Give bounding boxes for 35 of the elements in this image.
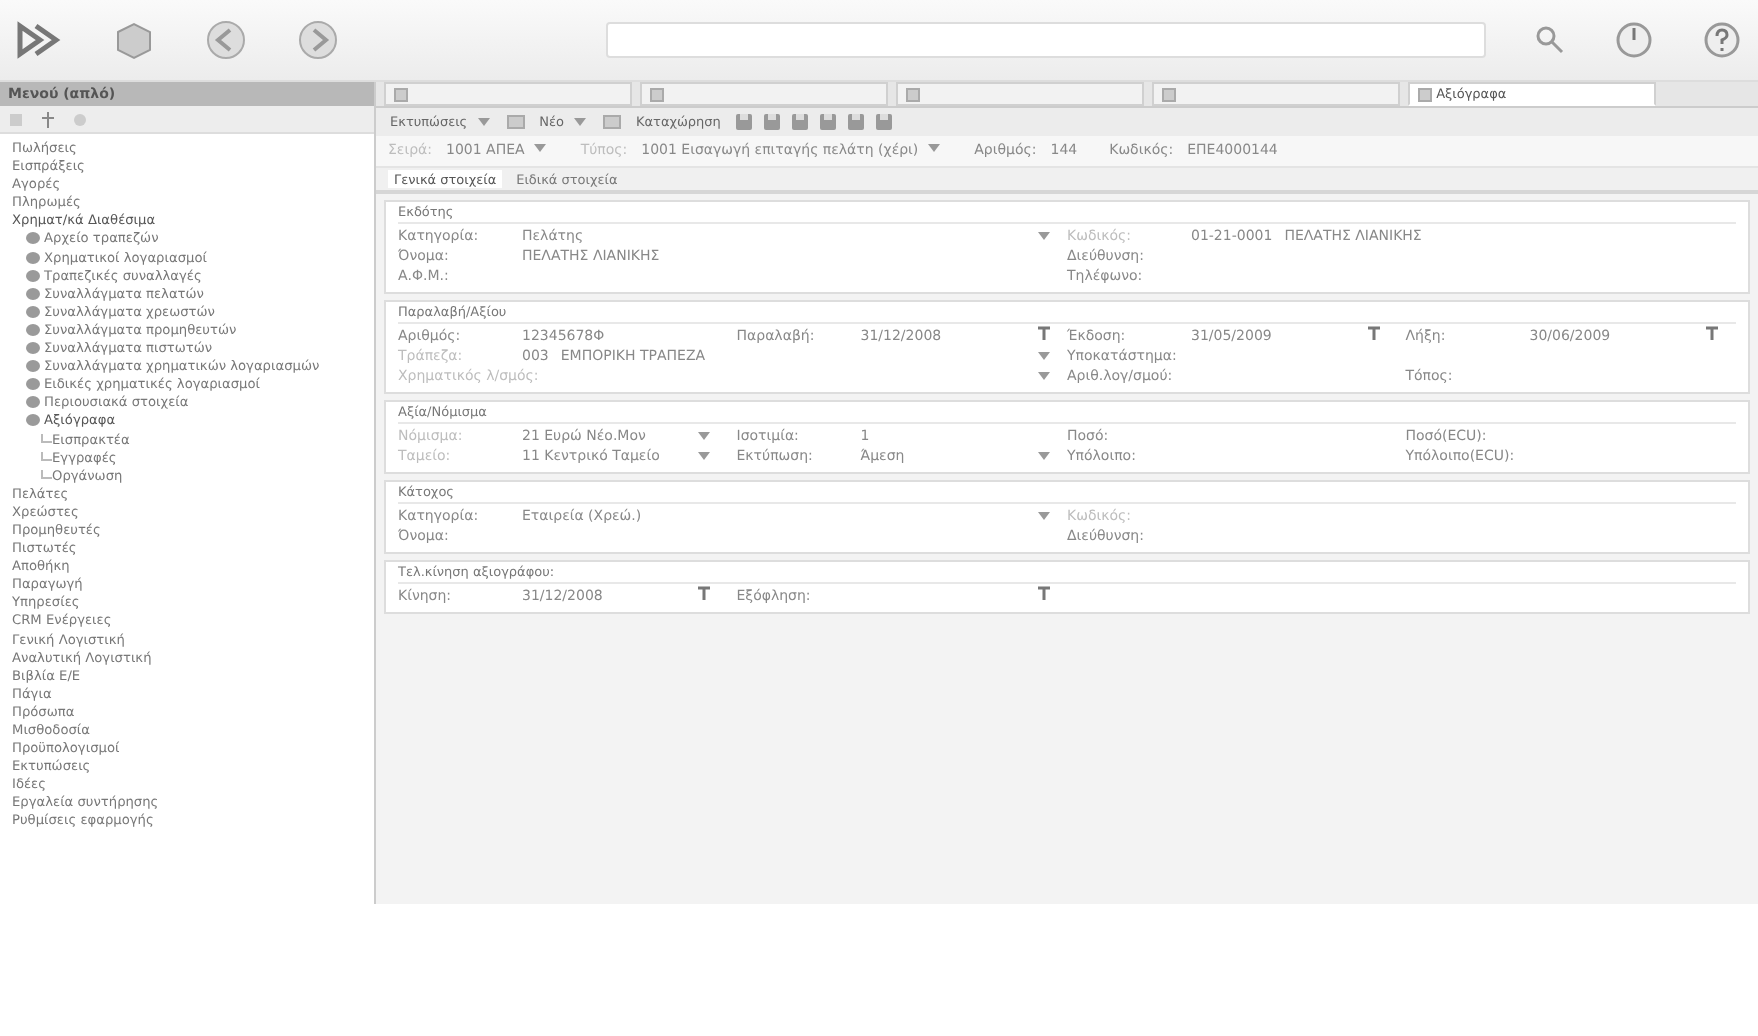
cube-icon[interactable] <box>112 18 156 62</box>
caret-icon[interactable] <box>571 114 588 130</box>
caret-icon[interactable] <box>926 140 943 157</box>
pin-icon[interactable] <box>40 109 56 129</box>
save-icon[interactable] <box>762 112 783 132</box>
document-tab[interactable] <box>1152 82 1400 106</box>
document-icon[interactable] <box>906 87 920 102</box>
help-icon[interactable] <box>1702 20 1742 60</box>
search-icon[interactable] <box>1534 24 1566 56</box>
caret-icon[interactable] <box>532 140 549 157</box>
back-icon[interactable] <box>204 18 248 62</box>
caret-icon[interactable] <box>1035 228 1051 244</box>
caret-icon[interactable] <box>1035 508 1051 524</box>
document-icon[interactable] <box>1418 87 1432 102</box>
caret-icon[interactable] <box>475 114 492 130</box>
document-icon[interactable] <box>1162 87 1176 102</box>
document-tab[interactable] <box>640 82 888 106</box>
document-tab[interactable] <box>384 82 632 106</box>
save-icon[interactable] <box>818 112 839 132</box>
forward-icon[interactable] <box>296 18 340 62</box>
save-icon[interactable] <box>874 112 895 132</box>
document-icon[interactable] <box>394 87 408 102</box>
save-icon[interactable] <box>790 112 811 132</box>
play-icon[interactable] <box>16 20 64 60</box>
new-icon[interactable] <box>8 111 24 127</box>
caret-icon[interactable] <box>1035 448 1051 464</box>
search-field[interactable] <box>606 22 1486 58</box>
settings-icon[interactable] <box>72 111 88 127</box>
toolbar-icon[interactable] <box>505 112 526 132</box>
document-icon[interactable] <box>650 87 664 102</box>
document-tab[interactable] <box>896 82 1144 106</box>
save-icon[interactable] <box>734 112 755 132</box>
power-icon[interactable] <box>1614 20 1654 60</box>
toolbar-icon[interactable] <box>601 112 622 132</box>
save-icon[interactable] <box>846 112 867 132</box>
